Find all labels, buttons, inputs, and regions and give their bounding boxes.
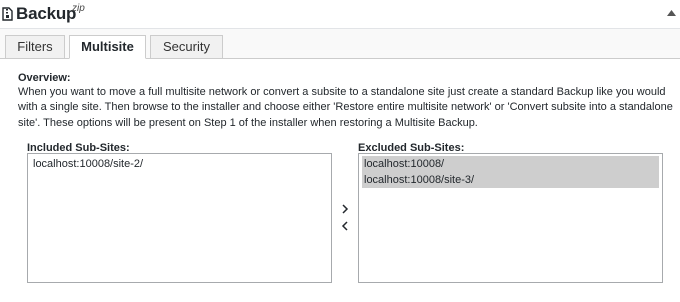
excluded-site-option[interactable]: localhost:10008/: [362, 156, 659, 172]
tab-security[interactable]: Security: [150, 35, 223, 59]
panel-title-superscript: zip: [72, 3, 85, 14]
tab-filters[interactable]: Filters: [5, 35, 65, 59]
overview-heading: Overview:: [18, 72, 71, 84]
chevron-left-icon[interactable]: [339, 219, 351, 233]
chevron-right-icon[interactable]: [339, 202, 351, 216]
excluded-site-option[interactable]: localhost:10008/site-3/: [362, 172, 659, 188]
caret-up-icon[interactable]: [667, 10, 676, 16]
tab-multisite[interactable]: Multisite: [69, 35, 146, 59]
archive-icon: [2, 7, 13, 21]
overview-description: When you want to move a full multisite n…: [18, 86, 673, 129]
panel-header: Backup zip: [0, 0, 680, 29]
excluded-sub-sites-list[interactable]: localhost:10008/ localhost:10008/site-3/: [358, 153, 663, 283]
included-sub-sites-list[interactable]: localhost:10008/site-2/: [27, 153, 332, 283]
included-site-option[interactable]: localhost:10008/site-2/: [31, 156, 328, 172]
panel-title: Backup: [16, 4, 77, 23]
